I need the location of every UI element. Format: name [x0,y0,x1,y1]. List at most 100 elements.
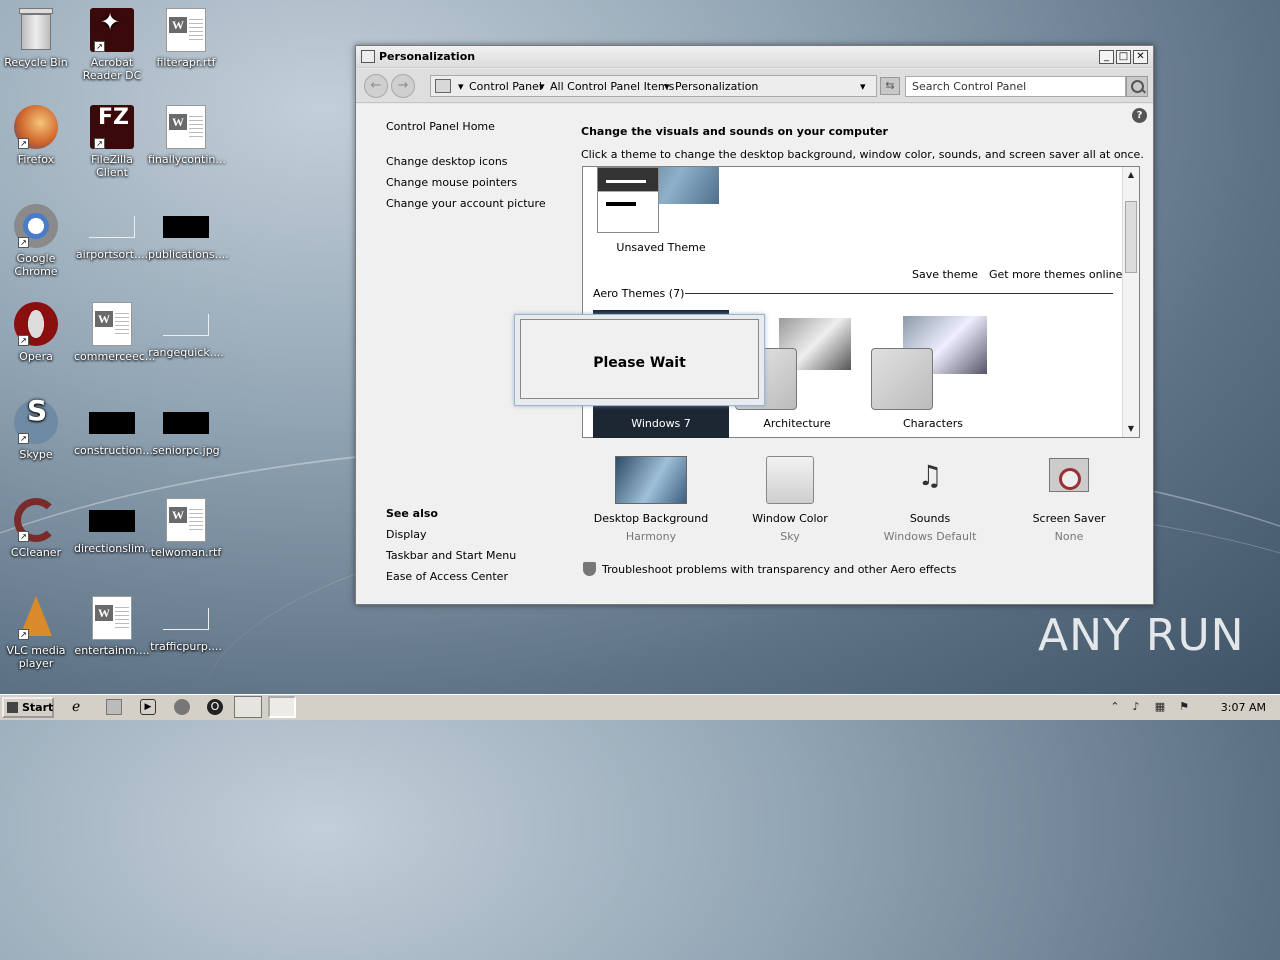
desktop-icon-skype[interactable]: S ↗ Skype [0,397,74,461]
theme-list-scrollbar[interactable]: ▲ ▼ [1122,167,1139,437]
action-center-flag-icon[interactable]: ⚑ [1176,699,1192,715]
breadcrumb[interactable]: ▾ Control Panel ▾ All Control Panel Item… [430,75,877,97]
file-thumbnail-icon [89,216,135,238]
scroll-thumb[interactable] [1125,201,1137,273]
desktop-icon-seniorpc[interactable]: seniorpc.jpg [148,400,224,457]
refresh-button[interactable]: ⇆ [880,77,900,95]
clock[interactable]: 3:07 AM [1221,701,1266,714]
desktop-background-button[interactable]: Desktop Background Harmony [581,456,721,543]
desktop-icon-rangequick[interactable]: rangequick.... [148,302,224,359]
change-desktop-icons-link[interactable]: Change desktop icons [386,155,508,168]
theme-label: Windows 7 [631,417,691,430]
aero-themes-group: Aero Themes (7) [593,287,685,300]
word-document-icon [164,498,208,542]
minimize-button[interactable]: _ [1099,50,1114,64]
desktop-icon-airportsort[interactable]: airportsort.... [74,204,150,261]
file-thumbnail-icon [89,510,135,532]
maximize-button[interactable]: □ [1116,50,1131,64]
desktop-icon-entertainm[interactable]: entertainm.... [74,596,150,657]
desktop-icon-filterapr[interactable]: filterapr.rtf [148,8,224,69]
page-description: Click a theme to change the desktop back… [581,148,1144,161]
desktop-icon-publications[interactable]: publications.... [148,204,229,261]
unsaved-theme-label[interactable]: Unsaved Theme [593,241,729,254]
volume-icon[interactable]: ♪ [1128,699,1144,715]
shortcut-arrow-icon: ↗ [18,629,29,640]
desktop-icon-vlc[interactable]: ↗ VLC media player [0,596,74,670]
tray-expand-icon[interactable]: ⌃ [1107,699,1123,715]
shortcut-arrow-icon: ↗ [18,433,29,444]
dialog-body: Please Wait [520,319,759,399]
taskbar-task-download[interactable] [234,696,262,718]
control-panel-icon [435,79,451,93]
internet-explorer-icon[interactable]: ℯ [72,699,88,715]
screen-saver-button[interactable]: Screen Saver None [999,456,1139,543]
file-thumbnail-icon [89,412,135,434]
folder-icon[interactable] [106,699,122,715]
ease-of-access-link[interactable]: Ease of Access Center [386,570,508,583]
word-document-icon [90,596,134,640]
breadcrumb-personalization[interactable]: Personalization [675,80,758,93]
chevron-right-icon[interactable]: ▾ [664,80,670,93]
change-mouse-pointers-link[interactable]: Change mouse pointers [386,176,517,189]
chevron-right-icon[interactable]: ▾ [539,80,545,93]
breadcrumb-control-panel[interactable]: Control Panel [469,80,542,93]
desktop-icon-commerceec[interactable]: commerceec... [74,302,155,363]
change-account-picture-link[interactable]: Change your account picture [386,197,546,210]
theme-characters[interactable]: Characters [865,310,1001,438]
desktop-icon-firefox[interactable]: ↗ Firefox [0,105,74,166]
search-icon[interactable] [1126,76,1148,97]
desktop-icon-construction[interactable]: construction.... [74,400,156,457]
opera-icon[interactable]: O [207,699,223,715]
back-button[interactable]: ← [364,74,388,98]
desktop-icon-ccleaner[interactable]: ↗ CCleaner [0,498,74,559]
start-button[interactable]: Start [2,697,54,718]
shortcut-arrow-icon: ↗ [94,138,105,149]
please-wait-dialog: Please Wait [514,314,765,406]
close-button[interactable]: ✕ [1133,50,1148,64]
help-icon[interactable]: ? [1132,108,1147,123]
troubleshoot-link[interactable]: Troubleshoot problems with transparency … [602,563,956,576]
taskbar: Start ℯ ▶ O ⌃ ♪ ▦ ⚑ 3:07 AM [0,694,1280,720]
filezilla-icon: FZ ↗ [90,105,134,149]
network-icon[interactable]: ▦ [1152,699,1168,715]
desktop-icon-finallycontin[interactable]: finallycontin... [148,105,226,166]
desktop-icon-acrobat[interactable]: ✦ ↗ Acrobat Reader DC [74,8,150,82]
word-document-icon [164,105,208,149]
desktop-icon-filezilla[interactable]: FZ ↗ FileZilla Client [74,105,150,179]
group-divider [685,293,1113,294]
scroll-up-icon[interactable]: ▲ [1123,167,1139,183]
desktop-icon-trafficpurp[interactable]: trafficpurp.... [148,596,224,653]
chevron-right-icon[interactable]: ▾ [458,80,464,93]
ccleaner-icon: ↗ [14,498,58,542]
sounds-icon: ♫ [917,459,943,492]
taskbar-start-menu-link[interactable]: Taskbar and Start Menu [386,549,516,562]
desktop-icon-chrome[interactable]: ↗ Google Chrome [0,204,74,278]
save-theme-link[interactable]: Save theme [912,268,978,281]
desktop-icon-recycle-bin[interactable]: Recycle Bin [0,8,74,69]
sounds-button[interactable]: ♫ Sounds Windows Default [860,456,1000,543]
forward-button[interactable]: → [391,74,415,98]
chrome-icon[interactable] [174,699,190,715]
word-document-icon [90,302,134,346]
title-bar[interactable]: Personalization _ □ ✕ [356,46,1153,68]
file-thumbnail-icon [163,608,209,630]
scroll-down-icon[interactable]: ▼ [1123,421,1139,437]
control-panel-home-link[interactable]: Control Panel Home [386,120,495,133]
chevron-down-icon[interactable]: ▾ [860,80,866,93]
get-more-themes-link[interactable]: Get more themes online [989,268,1122,281]
search-input[interactable]: Search Control Panel [905,76,1126,97]
sounds-label: Sounds [909,512,951,525]
window-color-button[interactable]: Window Color Sky [720,456,860,543]
desktop-icon-telwoman[interactable]: telwoman.rtf [148,498,224,559]
window-preview-icon [597,167,659,233]
breadcrumb-all-items[interactable]: All Control Panel Items [550,80,674,93]
display-link[interactable]: Display [386,528,427,541]
see-also-heading: See also [386,507,438,520]
desktop-icon-directionslim[interactable]: directionslim.... [74,498,159,555]
address-bar: ← → ▾ Control Panel ▾ All Control Panel … [356,69,1153,103]
taskbar-task-personalization[interactable] [268,696,296,718]
shortcut-arrow-icon: ↗ [18,138,29,149]
theme-label: Architecture [763,417,831,430]
media-player-icon[interactable]: ▶ [140,699,156,715]
desktop-icon-opera[interactable]: ↗ Opera [0,302,74,363]
